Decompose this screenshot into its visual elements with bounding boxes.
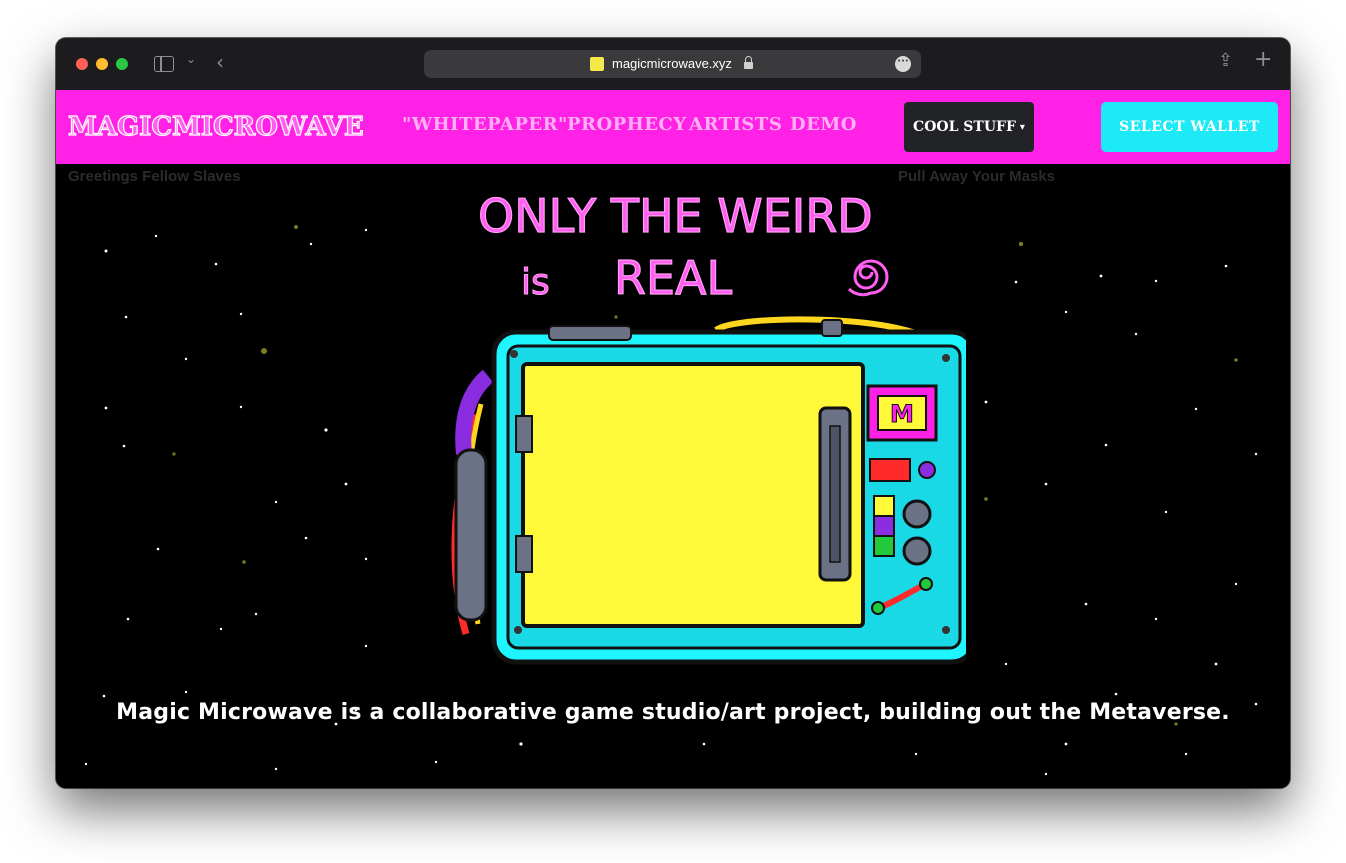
minimize-window-button[interactable] [96, 58, 108, 70]
share-icon[interactable]: ⇪ [1218, 50, 1233, 71]
lock-icon [744, 56, 753, 69]
nav-link-demo[interactable]: DEMO [790, 114, 857, 135]
microwave-badge-text: M [890, 400, 914, 428]
nav-link-prophecy[interactable]: PROPHECY [567, 114, 687, 135]
caret-down-icon: ▾ [1019, 121, 1025, 133]
sidebar-toggle-icon[interactable] [154, 56, 174, 72]
site-favicon-icon [590, 57, 604, 71]
hero-section: Greetings Fellow Slaves Pull Away Your M… [56, 164, 1290, 788]
browser-toolbar: ⌄ ‹ magicmicrowave.xyz ··· ⇪ + [56, 38, 1290, 91]
close-window-button[interactable] [76, 58, 88, 70]
cool-stuff-dropdown-button[interactable]: COOL STUFF ▾ [904, 102, 1034, 152]
nav-link-whitepaper[interactable]: "WHITEPAPER" [402, 114, 568, 135]
back-arrow-icon[interactable]: ‹ [216, 50, 224, 74]
headline-is: is [521, 262, 550, 303]
address-bar[interactable]: magicmicrowave.xyz ··· [424, 50, 921, 78]
new-tab-icon[interactable]: + [1254, 48, 1272, 72]
site-navbar: MAGICMICROWAVE "WHITEPAPER" PROPHECY ART… [56, 90, 1290, 164]
nav-link-artists[interactable]: ARTISTS [689, 114, 782, 135]
chevron-down-icon[interactable]: ⌄ [186, 52, 196, 66]
browser-window: ⌄ ‹ magicmicrowave.xyz ··· ⇪ + MAGICMICR… [56, 38, 1290, 788]
tagline-text: Magic Microwave is a collaborative game … [116, 700, 1230, 725]
url-text: magicmicrowave.xyz [612, 56, 732, 71]
spiral-icon [847, 259, 889, 297]
headline-line-1: ONLY THE WEIRD [478, 189, 873, 243]
maximize-window-button[interactable] [116, 58, 128, 70]
more-options-icon[interactable]: ··· [895, 56, 911, 72]
site-logo[interactable]: MAGICMICROWAVE [67, 111, 364, 142]
cool-stuff-label: COOL STUFF [913, 119, 1016, 135]
greeting-left-text: Greetings Fellow Slaves [68, 168, 241, 185]
headline-real: REAL [614, 251, 732, 305]
microwave-illustration: ONLY THE WEIRD is REAL M [451, 188, 966, 665]
select-wallet-button[interactable]: SELECT WALLET [1101, 102, 1278, 152]
